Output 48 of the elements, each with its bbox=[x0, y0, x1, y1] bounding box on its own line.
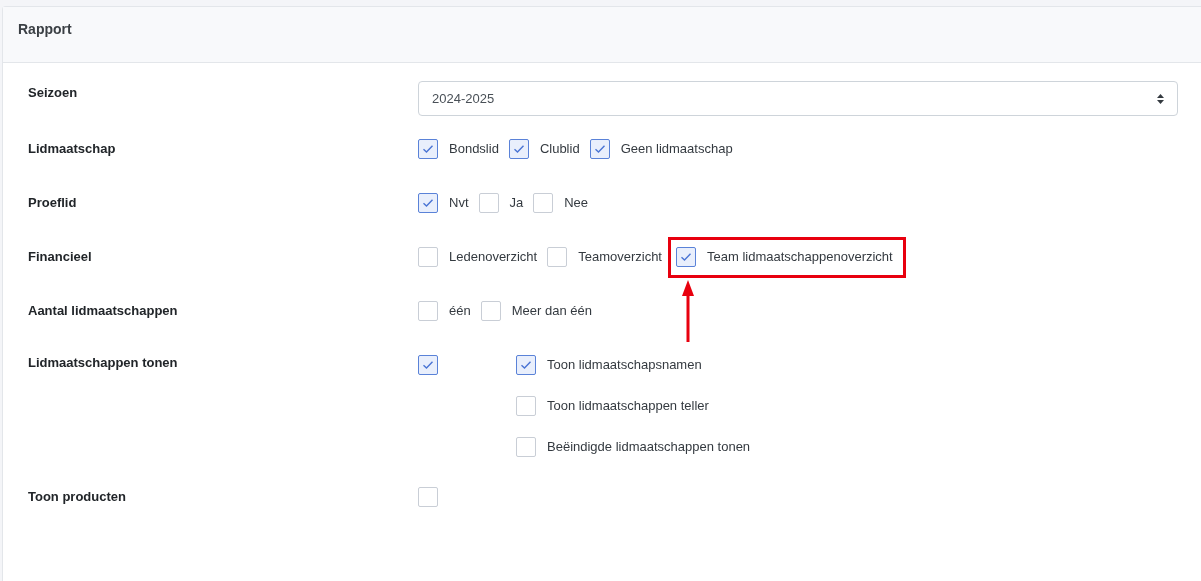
checkbox[interactable] bbox=[676, 247, 696, 267]
check-icon bbox=[422, 198, 434, 208]
checkbox[interactable] bbox=[418, 247, 438, 267]
field-label: Seizoen bbox=[28, 84, 79, 102]
field-label: Lidmaatschappen tonen bbox=[28, 353, 179, 372]
checkbox[interactable] bbox=[418, 354, 438, 375]
option-label: Clublid bbox=[539, 140, 580, 159]
card-title: Rapport bbox=[18, 20, 72, 39]
check-icon bbox=[512, 144, 525, 154]
check-icon bbox=[520, 359, 532, 370]
checkbox[interactable] bbox=[418, 193, 438, 213]
checkbox[interactable] bbox=[516, 395, 536, 416]
arrow bbox=[681, 279, 695, 342]
option-label: Team lidmaatschappenoverzicht bbox=[707, 248, 893, 267]
checkbox[interactable] bbox=[516, 436, 536, 457]
field-label: Proeflid bbox=[28, 194, 78, 213]
checkbox[interactable] bbox=[547, 247, 568, 267]
option-label: Toon lidmaatschapsnamen bbox=[547, 355, 702, 374]
checkbox[interactable] bbox=[418, 487, 438, 507]
option-label: Ja bbox=[509, 194, 524, 213]
season-select[interactable]: 2024-2025 bbox=[418, 81, 1178, 116]
field-label: Financieel bbox=[28, 248, 93, 267]
option-label: Beëindigde lidmaatschappen tonen bbox=[547, 437, 751, 456]
checkbox[interactable] bbox=[589, 139, 610, 159]
option-label: Teamoverzicht bbox=[578, 248, 662, 267]
field-label: Lidmaatschap bbox=[28, 140, 117, 159]
checkbox[interactable] bbox=[418, 139, 438, 159]
option-label: Geen lidmaatschap bbox=[620, 140, 733, 159]
sort-icon bbox=[1157, 93, 1164, 104]
check-icon bbox=[422, 359, 434, 370]
checkbox[interactable] bbox=[508, 139, 529, 159]
option-label: Ledenoverzicht bbox=[449, 248, 538, 267]
check-icon bbox=[422, 144, 434, 154]
checkbox[interactable] bbox=[478, 193, 499, 213]
option-label: Bondslid bbox=[449, 140, 499, 159]
option-label: Toon lidmaatschappen teller bbox=[547, 396, 709, 415]
checkbox[interactable] bbox=[480, 301, 501, 321]
option-label: Nee bbox=[564, 194, 589, 213]
checkbox[interactable] bbox=[516, 354, 536, 375]
checkbox[interactable] bbox=[418, 301, 438, 321]
check-icon bbox=[680, 252, 692, 262]
checkbox[interactable] bbox=[533, 193, 554, 213]
field-label: Aantal lidmaatschappen bbox=[28, 302, 179, 321]
option-label: één bbox=[449, 302, 471, 321]
option-label: Meer dan één bbox=[511, 302, 592, 321]
field-label: Toon producten bbox=[28, 488, 127, 507]
option-label: Nvt bbox=[449, 194, 469, 213]
check-icon bbox=[593, 144, 606, 154]
